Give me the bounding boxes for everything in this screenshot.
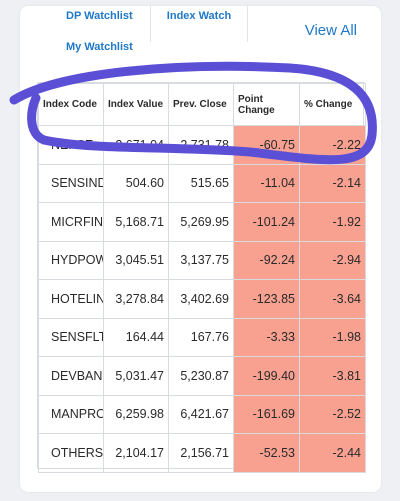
- cell-prev-close: 3,402.69: [168, 279, 234, 319]
- cell-pct-change: -2.44: [299, 433, 366, 473]
- cell-index-code: SENSIND: [38, 163, 104, 203]
- table-header-row: Index Code Index Value Prev. Close Point…: [38, 83, 366, 126]
- cell-pct-change: -3.64: [299, 279, 366, 319]
- cell-index-code: MANPROCIND: [38, 394, 104, 434]
- cell-index-code: HOTELIND: [38, 279, 104, 319]
- header-index-value[interactable]: Index Value: [103, 83, 169, 126]
- cell-point-change: -52.53: [233, 433, 300, 473]
- cell-point-change: -161.69: [233, 394, 300, 434]
- cell-index-value: 2,671.04: [103, 125, 169, 165]
- cell-point-change: -60.75: [233, 125, 300, 165]
- cell-index-value: 3,045.51: [103, 240, 169, 280]
- tab-my-watchlist[interactable]: My Watchlist: [66, 41, 133, 53]
- cell-pct-change: -2.14: [299, 163, 366, 203]
- header-index-code[interactable]: Index Code: [38, 83, 104, 126]
- cell-index-value: 5,168.71: [103, 202, 169, 242]
- cell-point-change: -123.85: [233, 279, 300, 319]
- index-table: Index Code Index Value Prev. Close Point…: [38, 83, 366, 473]
- cell-index-value: 504.60: [103, 163, 169, 203]
- cell-pct-change: -1.98: [299, 317, 366, 357]
- table-row[interactable]: DEVBANKIND 5,031.47 5,230.87 -199.40 -3.…: [38, 356, 366, 396]
- cell-pct-change: -1.92: [299, 202, 366, 242]
- header-prev-close[interactable]: Prev. Close: [168, 83, 234, 126]
- cell-prev-close: 6,421.67: [168, 394, 234, 434]
- index-watch-card: DP Watchlist Index Watch My Watchlist Vi…: [20, 6, 381, 492]
- cell-index-code: OTHERSIND: [38, 433, 104, 473]
- cell-point-change: -199.40: [233, 356, 300, 396]
- table-row[interactable]: NEPSE 2,671.04 2,731.78 -60.75 -2.22: [38, 125, 366, 165]
- table-row[interactable]: SENSIND 504.60 515.65 -11.04 -2.14: [38, 163, 366, 203]
- cell-index-value: 164.44: [103, 317, 169, 357]
- table-row[interactable]: OTHERSIND 2,104.17 2,156.71 -52.53 -2.44: [38, 433, 366, 473]
- cell-index-value: 2,104.17: [103, 433, 169, 473]
- index-table-container: Index Code Index Value Prev. Close Point…: [37, 82, 366, 473]
- cell-prev-close: 515.65: [168, 163, 234, 203]
- table-row[interactable]: MICRFININD 5,168.71 5,269.95 -101.24 -1.…: [38, 202, 366, 242]
- cell-prev-close: 3,137.75: [168, 240, 234, 280]
- table-row[interactable]: SENSFLTIND 164.44 167.76 -3.33 -1.98: [38, 317, 366, 357]
- cell-pct-change: -2.52: [299, 394, 366, 434]
- cell-prev-close: 167.76: [168, 317, 234, 357]
- cell-prev-close: 2,156.71: [168, 433, 234, 473]
- cell-pct-change: -2.94: [299, 240, 366, 280]
- cell-index-code: SENSFLTIND: [38, 317, 104, 357]
- cell-pct-change: -2.22: [299, 125, 366, 165]
- cell-point-change: -11.04: [233, 163, 300, 203]
- cell-index-value: 6,259.98: [103, 394, 169, 434]
- cell-index-code: NEPSE: [38, 125, 104, 165]
- header-point-change[interactable]: Point Change: [233, 83, 300, 126]
- cell-point-change: -3.33: [233, 317, 300, 357]
- cell-prev-close: 5,230.87: [168, 356, 234, 396]
- header-pct-change[interactable]: % Change: [299, 83, 366, 126]
- cell-index-value: 5,031.47: [103, 356, 169, 396]
- view-all-link[interactable]: View All: [305, 22, 357, 39]
- tab-dp-watchlist[interactable]: DP Watchlist: [66, 10, 133, 22]
- cell-pct-change: -3.81: [299, 356, 366, 396]
- cell-index-code: DEVBANKIND: [38, 356, 104, 396]
- table-row[interactable]: HOTELIND 3,278.84 3,402.69 -123.85 -3.64: [38, 279, 366, 319]
- cell-index-value: 3,278.84: [103, 279, 169, 319]
- cell-prev-close: 2,731.78: [168, 125, 234, 165]
- cell-point-change: -92.24: [233, 240, 300, 280]
- table-row[interactable]: HYDPOWIND 3,045.51 3,137.75 -92.24 -2.94: [38, 240, 366, 280]
- tab-index-watch[interactable]: Index Watch: [150, 6, 248, 42]
- cell-point-change: -101.24: [233, 202, 300, 242]
- cell-index-code: HYDPOWIND: [38, 240, 104, 280]
- table-row[interactable]: MANPROCIND 6,259.98 6,421.67 -161.69 -2.…: [38, 394, 366, 434]
- cell-prev-close: 5,269.95: [168, 202, 234, 242]
- cell-index-code: MICRFININD: [38, 202, 104, 242]
